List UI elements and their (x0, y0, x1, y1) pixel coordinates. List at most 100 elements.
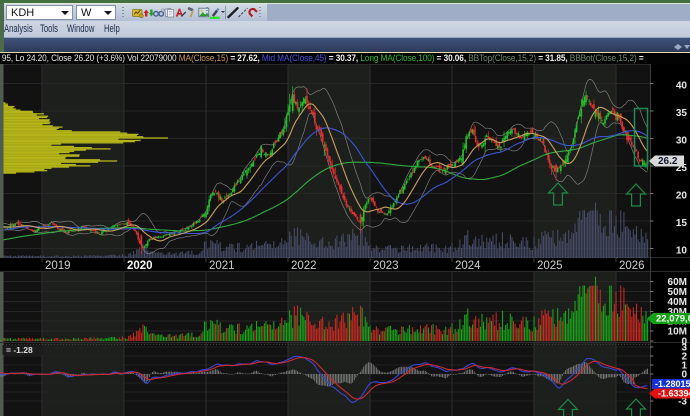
volume-bar (32, 338, 33, 341)
macd-histogram-bar (349, 374, 350, 383)
volume-at-price-bar (0, 112, 33, 113)
price-pane-volume-bar (174, 254, 175, 258)
volume-bar (450, 327, 451, 341)
menu-item-window[interactable]: Window (67, 23, 94, 35)
price-pane-volume-bar (516, 247, 517, 258)
price-pane-volume-bar (336, 235, 337, 258)
candle-body (286, 116, 288, 127)
macd-histogram-bar (600, 374, 601, 378)
price-pane-volume-bar (56, 255, 57, 258)
price-pane-volume-bar (81, 256, 82, 258)
candle-body (555, 165, 557, 172)
price-pane-volume-bar (504, 248, 505, 258)
candle-body (622, 122, 624, 129)
price-pane-volume-bar (373, 248, 374, 258)
volume-bar (291, 315, 292, 341)
price-pane-volume-bar (250, 245, 251, 258)
marker-icon[interactable] (209, 6, 221, 19)
candle-body (448, 164, 450, 166)
macd-histogram-bar (226, 373, 227, 374)
magnet-icon[interactable] (247, 6, 259, 19)
volume-bar (149, 334, 150, 341)
interval-combo[interactable]: W (76, 5, 116, 20)
menu-item-analysis[interactable]: Analysis (4, 23, 33, 35)
volume-bar (76, 339, 77, 341)
candle-body (240, 179, 242, 183)
interval-combo-dropdown-icon[interactable] (101, 6, 115, 19)
volume-bar (138, 331, 139, 341)
symbol-combo[interactable]: KDH (6, 5, 73, 20)
price-pane-volume-bar (429, 251, 430, 258)
macd-histogram-bar (165, 372, 166, 374)
background-band (534, 343, 616, 416)
volume-at-price-bar (0, 111, 33, 112)
macd-histogram-bar (354, 374, 355, 380)
macd-histogram-bar (529, 374, 530, 375)
tools-hammer-icon[interactable] (186, 6, 198, 19)
nav-back-icon[interactable] (671, 44, 678, 50)
volume-bar (261, 326, 262, 341)
price-pane-volume-bar (112, 255, 113, 258)
price-pane-volume-bar (13, 256, 14, 258)
volume-bar (329, 322, 330, 341)
candle-body (163, 236, 165, 237)
menu-item-tools[interactable]: Tools (40, 23, 58, 35)
macd-histogram-bar (240, 373, 241, 374)
price-pane-volume-bar (597, 210, 598, 258)
candle-body (347, 205, 349, 207)
volume-bar (313, 325, 314, 341)
candle-body (338, 182, 340, 185)
price-pane-volume-bar (171, 255, 172, 258)
price-pane-volume-bar (16, 257, 17, 258)
nav-dropdown-icon[interactable] (684, 45, 690, 52)
macd-histogram-bar (507, 373, 508, 374)
price-pane-volume-bar (541, 232, 542, 258)
candle-body (342, 194, 344, 198)
candle-body (126, 222, 128, 225)
candle-body (276, 140, 278, 141)
candle-body (360, 214, 362, 223)
volume-bar (256, 321, 257, 341)
volume-at-price-bar (0, 163, 61, 164)
macd-histogram-bar (204, 372, 205, 374)
candle-body (33, 230, 35, 232)
price-pane-volume-bar (351, 240, 352, 258)
bbtop-label: BBTop(Close,15,2) (468, 53, 536, 63)
candle-body (387, 214, 389, 216)
macd-histogram-bar (76, 374, 77, 375)
macd-histogram-bar (344, 374, 345, 382)
volume-bar (117, 339, 118, 341)
volume-bar (302, 315, 303, 341)
candle-body (584, 97, 586, 105)
macd-value-tag: -1.28015 (655, 379, 690, 389)
price-pane-volume-bar (434, 252, 435, 258)
candle-body (230, 193, 232, 195)
candle-body (115, 225, 117, 226)
macd-histogram-bar (571, 367, 572, 374)
price-pane-volume-bar (248, 247, 249, 258)
price-pane-volume-bar (483, 242, 484, 258)
volume-bar (437, 329, 438, 341)
price-pane-volume-bar (62, 256, 63, 258)
price-pane-volume-bar (448, 247, 449, 258)
price-pane-volume-bar (300, 229, 301, 258)
candle-body (189, 226, 191, 227)
candle-body (245, 170, 247, 171)
price-pane-volume-bar (530, 250, 531, 258)
volume-bar (365, 317, 366, 341)
symbol-combo-dropdown-icon[interactable] (58, 6, 72, 19)
macd-histogram-bar (225, 373, 226, 374)
price-pane-volume-bar (393, 248, 394, 258)
price-pane-volume-bar (488, 242, 489, 258)
macd-histogram-bar (444, 374, 445, 378)
menu-item-help[interactable]: Help (104, 23, 120, 35)
candle-body (513, 129, 515, 130)
candle-body (257, 154, 259, 155)
volume-bar (477, 328, 478, 341)
macd-histogram-bar (284, 372, 285, 374)
annotate-icon[interactable] (175, 6, 187, 19)
volume-bar (83, 340, 84, 341)
macd-histogram-bar (586, 362, 587, 374)
macd-histogram-bar (343, 374, 344, 382)
candle-body (636, 150, 638, 151)
